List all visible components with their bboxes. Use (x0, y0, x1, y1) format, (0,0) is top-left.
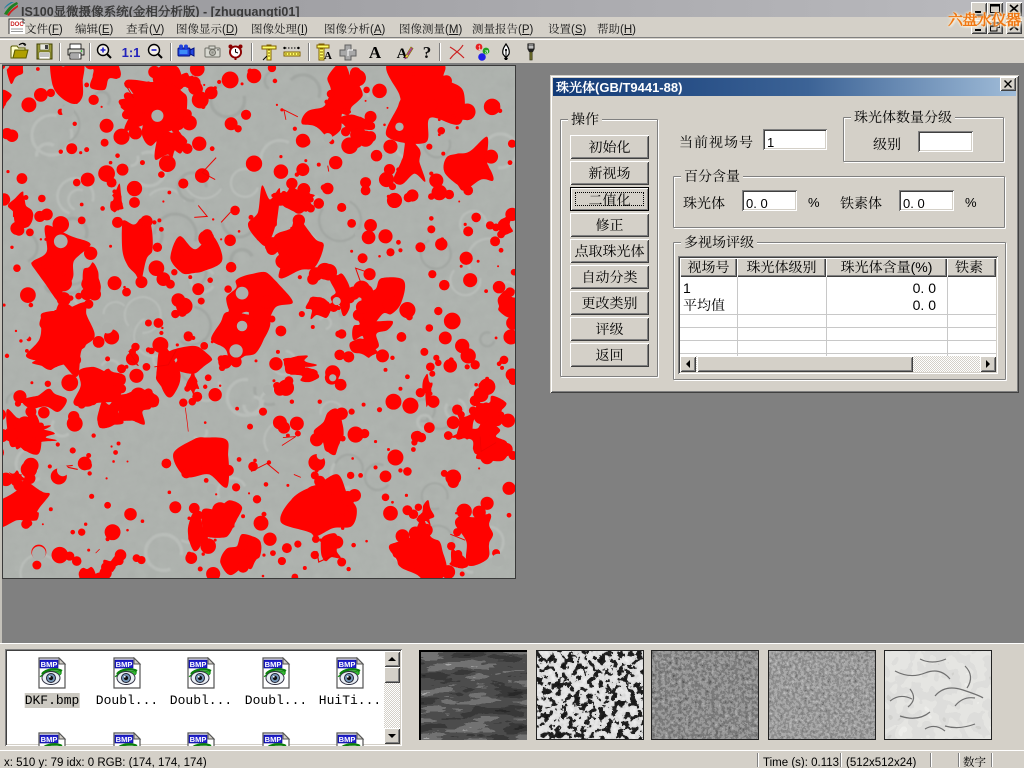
svg-text:1:1: 1:1 (122, 45, 141, 60)
svg-text:A: A (369, 43, 382, 62)
svg-text:A: A (324, 50, 332, 62)
svg-text:DOC: DOC (10, 22, 24, 28)
svg-text:?: ? (423, 43, 432, 62)
svg-text:A: A (397, 46, 408, 62)
